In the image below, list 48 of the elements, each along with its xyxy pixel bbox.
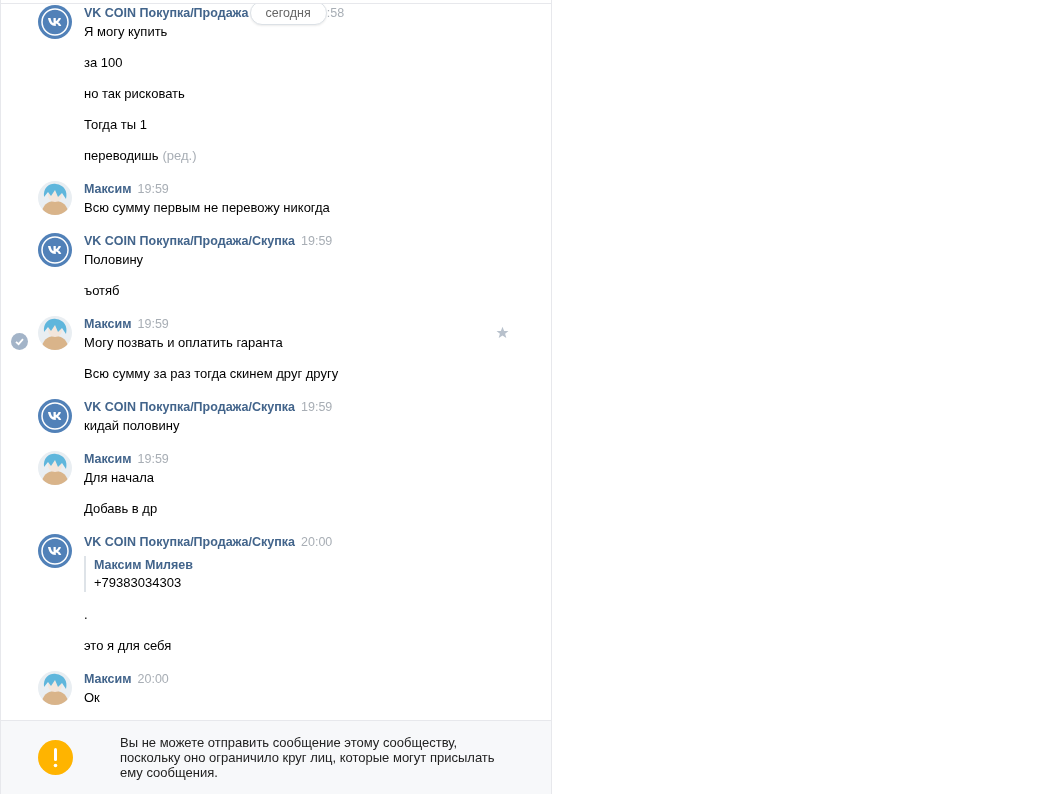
- edited-mark: (ред.): [162, 148, 197, 163]
- warning-icon: [38, 740, 73, 775]
- message-text: Для начала: [84, 470, 154, 485]
- sender-name[interactable]: Максим: [84, 450, 132, 469]
- message-text: Половину: [84, 252, 144, 267]
- message-text: Я могу купить: [84, 24, 168, 39]
- sender-name[interactable]: VK COIN Покупка/Продажа/Скупка: [84, 398, 296, 417]
- sender-name[interactable]: VK COIN Покупка/Продажа/Скупка: [84, 533, 296, 552]
- message-text: кидай половину: [84, 418, 180, 433]
- forwarded-sender[interactable]: Максим Миляев: [94, 556, 333, 574]
- sender-name[interactable]: Максим: [84, 180, 132, 199]
- message-time: 20:00: [137, 671, 169, 689]
- message-text: Всю сумму за раз тогда скинем друг другу: [84, 366, 339, 381]
- message-text: Могу позвать и оплатить гаранта: [84, 335, 283, 350]
- message-time: :58: [326, 5, 345, 23]
- sender-name[interactable]: VK COIN Покупка/Продажа: [84, 4, 249, 23]
- date-pill: сегодня: [249, 4, 327, 25]
- message-text: это я для себя: [84, 638, 172, 653]
- avatar[interactable]: [38, 451, 72, 485]
- avatar[interactable]: [38, 316, 72, 350]
- community-avatar[interactable]: [38, 5, 72, 39]
- sender-name[interactable]: Максим: [84, 315, 132, 334]
- message-time: 19:59: [301, 233, 333, 251]
- forwarded-text: +79383034303: [94, 574, 183, 592]
- message-text: но так рисковать: [84, 86, 185, 101]
- check-icon[interactable]: [11, 333, 28, 350]
- avatar[interactable]: [38, 181, 72, 215]
- message-text: Добавь в др: [84, 501, 158, 516]
- message-time: 19:59: [137, 451, 169, 469]
- message-text: переводишь: [84, 148, 159, 163]
- message-text: .: [84, 607, 88, 622]
- message-time: 19:59: [137, 181, 169, 199]
- sender-name[interactable]: Максим: [84, 670, 132, 689]
- message-time: 19:59: [301, 399, 333, 417]
- avatar[interactable]: [38, 671, 72, 705]
- message-time: 19:59: [137, 316, 169, 334]
- message-text: за 100: [84, 55, 123, 70]
- community-avatar[interactable]: [38, 233, 72, 267]
- message-time: 20:00: [301, 534, 333, 552]
- message-text: Тогда ты 1: [84, 117, 147, 132]
- community-avatar[interactable]: [38, 399, 72, 433]
- community-avatar[interactable]: [38, 534, 72, 568]
- sender-name[interactable]: VK COIN Покупка/Продажа/Скупка: [84, 232, 296, 251]
- message-text: Ок: [84, 690, 100, 705]
- message-text: ъотяб: [84, 283, 120, 298]
- star-icon[interactable]: [496, 326, 509, 339]
- notice-text: Вы не можете отправить сообщение этому сообществу, поскольку оно ограничило круг лиц, которые могут присылать ему сообщения.: [120, 735, 496, 780]
- message-text: Всю сумму первым не перевожу никогда: [84, 200, 330, 215]
